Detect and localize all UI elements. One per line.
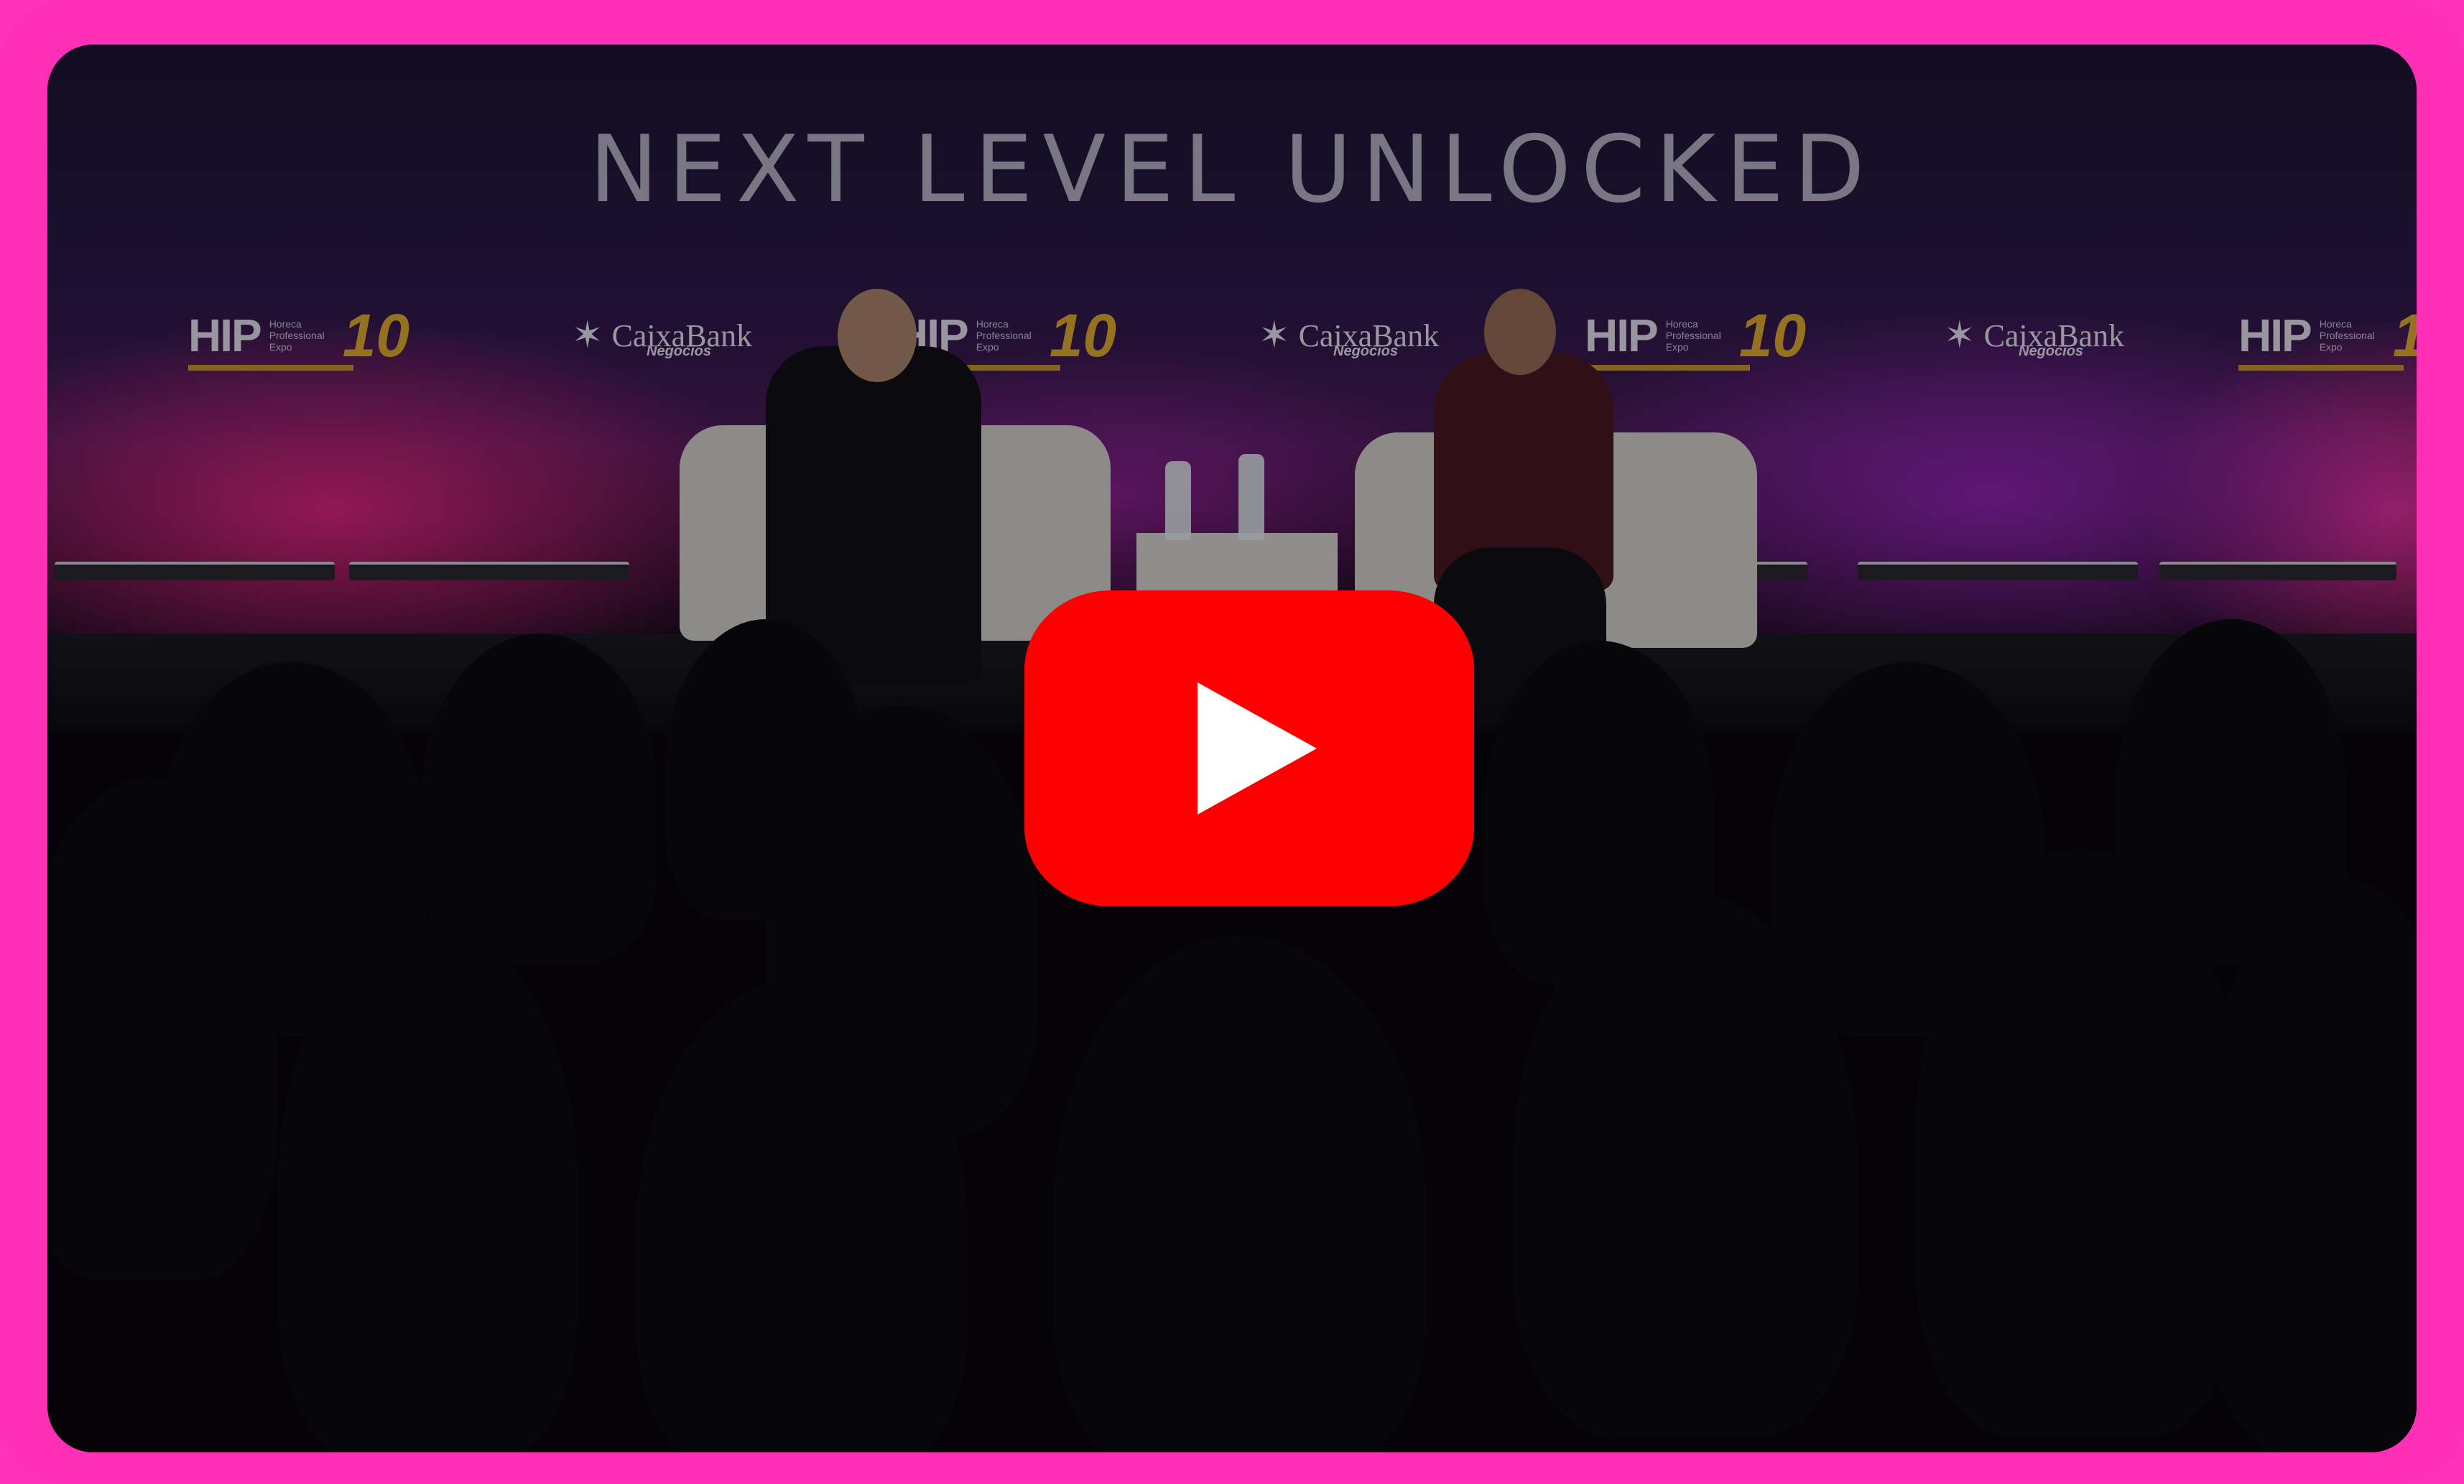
play-button[interactable] <box>1024 590 1474 906</box>
video-thumbnail[interactable]: NEXT LEVEL UNLOCKED HIP Horeca Professio… <box>47 45 2417 1452</box>
video-frame: NEXT LEVEL UNLOCKED HIP Horeca Professio… <box>0 0 2464 1484</box>
play-icon <box>1198 682 1317 815</box>
